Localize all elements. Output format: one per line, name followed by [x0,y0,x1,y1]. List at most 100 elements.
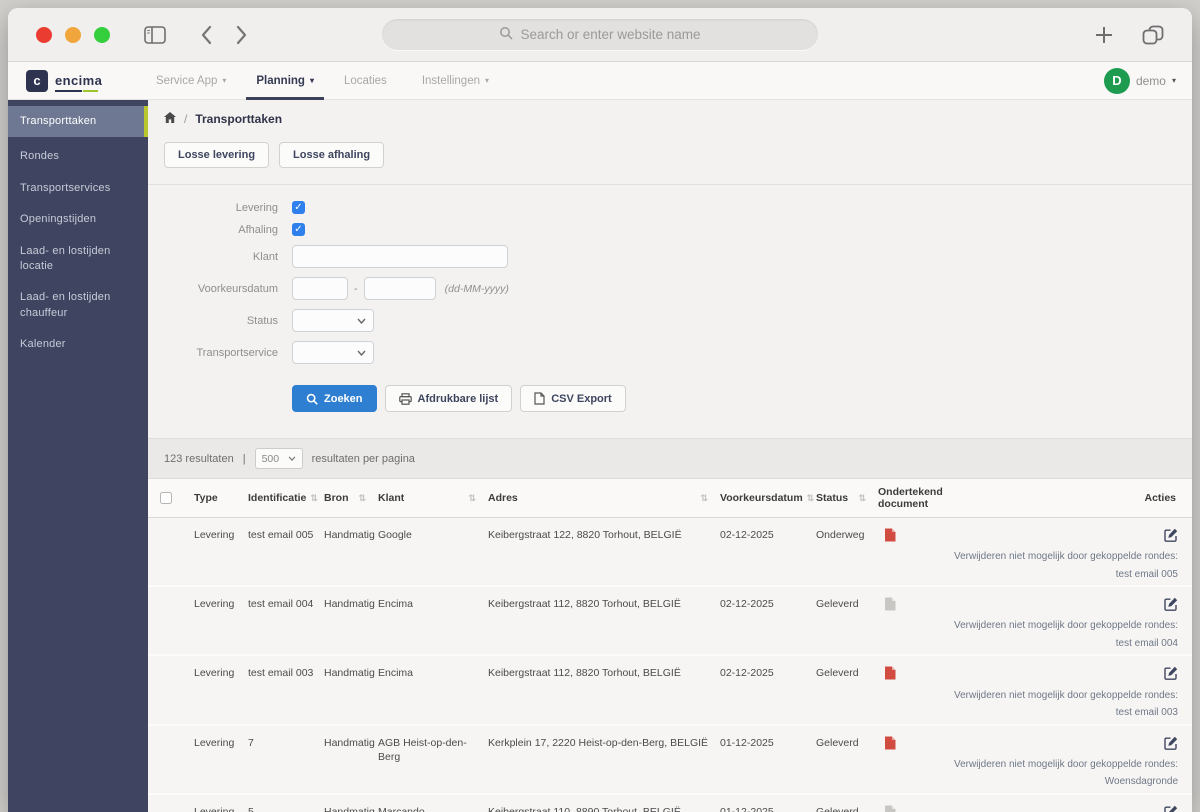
cell-bron: Handmatig [324,529,375,541]
cell-voorkeursdatum: 01-12-2025 [720,736,774,749]
cell-status: Geleverd [816,805,859,812]
transportservice-label: Transportservice [196,346,278,359]
col-adres[interactable]: Adres ⇅ [488,492,720,504]
cell-identificatie: 5 [248,805,254,812]
sidebar-toggle-icon[interactable] [144,25,166,44]
close-window-button[interactable] [36,26,52,43]
pdf-document-icon[interactable] [884,666,896,684]
pdf-document-icon[interactable] [884,805,896,812]
forward-icon[interactable] [235,25,248,45]
edit-icon[interactable] [1164,528,1178,546]
cell-voorkeursdatum: 01-12-2025 [720,805,774,812]
main-content: / Transporttaken Losse levering Losse af… [148,100,1192,812]
filter-form: Levering ✓ Afhaling ✓ Klant Voorkeursdat… [148,185,1192,377]
browser-window: Search or enter website name c encima Se… [8,8,1192,812]
user-menu[interactable]: D demo ▾ [1103,67,1176,94]
linked-ronde: Woensdagronde [1104,776,1178,788]
losse-levering-button[interactable]: Losse levering [164,142,270,168]
zoom-window-button[interactable] [94,26,110,43]
levering-checkbox[interactable]: ✓ [292,201,305,214]
edit-icon[interactable] [1164,736,1178,754]
zoeken-button[interactable]: Zoeken [292,385,377,412]
cell-status: Geleverd [816,667,859,680]
main-nav: Service App ▾ Planning ▾ Locaties Instel… [156,62,489,100]
sidebar-item-laad-lostijden-chauffeur[interactable]: Laad- en lostijden chauffeur [8,282,148,329]
per-page-label: resultaten per pagina [311,452,415,465]
new-tab-icon[interactable] [1094,25,1114,45]
col-klant[interactable]: Klant ⇅ [378,492,488,504]
csv-export-button[interactable]: CSV Export [520,385,626,412]
klant-input[interactable] [292,245,508,268]
col-bron[interactable]: Bron ⇅ [324,492,378,504]
afhaling-checkbox[interactable]: ✓ [292,223,305,236]
logo-icon: c [26,69,48,92]
cell-type: Levering [194,598,235,611]
table-row: Levering test email 004 Handmatig Encima… [148,587,1192,657]
delete-note: Verwijderen niet mogelijk door gekoppeld… [953,620,1178,632]
sidebar-item-kalender[interactable]: Kalender [8,329,148,360]
nav-instellingen[interactable]: Instellingen ▾ [422,62,489,99]
sidebar-item-rondes[interactable]: Rondes [8,141,148,172]
home-icon[interactable] [164,112,176,126]
cell-voorkeursdatum: 02-12-2025 [720,667,774,680]
sidebar-item-transportservices[interactable]: Transportservices [8,173,148,204]
cell-bron: Handmatig [324,805,375,812]
table-row: Levering 7 Handmatig AGB Heist-op-den-Be… [148,725,1192,795]
sidebar-item-openingstijden[interactable]: Openingstijden [8,204,148,235]
transportservice-select[interactable] [292,341,374,364]
address-bar[interactable]: Search or enter website name [382,19,818,50]
col-voorkeursdatum[interactable]: Voorkeursdatum ⇅ [720,492,816,504]
date-to-input[interactable] [363,277,436,300]
nav-planning[interactable]: Planning ▾ [246,62,324,100]
tab-overview-icon[interactable] [1142,25,1164,45]
date-from-input[interactable] [292,277,348,300]
pdf-document-icon[interactable] [884,528,896,546]
losse-afhaling-button[interactable]: Losse afhaling [279,142,385,168]
logo-text: encima [55,73,103,92]
pdf-document-icon[interactable] [884,597,896,615]
table-row: Levering test email 003 Handmatig Encima… [148,656,1192,726]
delete-note: Verwijderen niet mogelijk door gekoppeld… [953,689,1178,701]
cell-identificatie: test email 004 [248,598,314,611]
cell-klant: Encima [378,667,414,680]
search-icon [306,393,318,405]
select-all-checkbox[interactable] [160,492,172,504]
status-select[interactable] [292,309,374,332]
sidebar: Transporttaken Rondes Transportservices … [8,100,148,812]
cell-voorkeursdatum: 02-12-2025 [720,598,774,611]
filter-buttons-row: Zoeken Afdrukbare lijst CSV Export [148,377,1192,430]
delete-note: Verwijderen niet mogelijk door gekoppeld… [953,758,1178,770]
delete-note: Verwijderen niet mogelijk door gekoppeld… [953,551,1178,563]
printer-icon [398,392,412,405]
edit-icon[interactable] [1164,805,1178,812]
voorkeursdatum-label: Voorkeursdatum [197,282,278,295]
cell-type: Levering [194,805,235,812]
app-logo: c encima [26,69,148,92]
linked-ronde: test email 004 [1115,637,1178,649]
col-status[interactable]: Status ⇅ [816,492,878,504]
cell-adres: Keibergstraat 122, 8820 Torhout, BELGIË [488,529,682,541]
sidebar-item-laad-lostijden-locatie[interactable]: Laad- en lostijden locatie [8,236,148,283]
nav-locaties[interactable]: Locaties [344,62,392,99]
cell-identificatie: 7 [248,736,254,749]
cell-klant: Marcando [378,805,425,812]
chevron-down-icon: ▾ [309,76,314,85]
back-icon[interactable] [200,25,213,45]
chevron-down-icon: ▾ [222,76,227,85]
sort-icon: ⇅ [468,492,476,503]
minimize-window-button[interactable] [65,26,81,43]
edit-icon[interactable] [1164,597,1178,615]
sidebar-item-transporttaken[interactable]: Transporttaken [8,106,148,138]
results-count: 123 resultaten [164,452,234,465]
browser-chrome: Search or enter website name [8,8,1192,62]
chevron-down-icon [357,350,366,356]
col-identificatie[interactable]: Identificatie ⇅ [248,492,324,504]
sort-icon: ⇅ [310,492,318,503]
pdf-document-icon[interactable] [884,736,896,754]
breadcrumb-separator: / [184,112,188,126]
nav-service-app[interactable]: Service App ▾ [156,62,226,99]
edit-icon[interactable] [1164,666,1178,684]
page-size-select[interactable]: 500 [254,448,303,469]
afdrukbare-lijst-button[interactable]: Afdrukbare lijst [384,385,513,412]
window-controls [36,26,110,43]
